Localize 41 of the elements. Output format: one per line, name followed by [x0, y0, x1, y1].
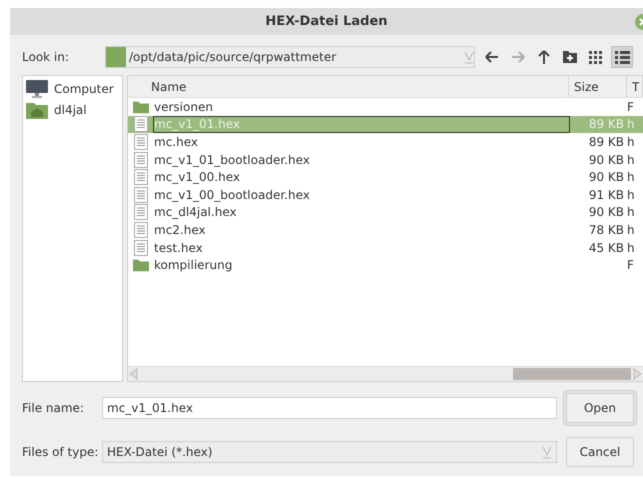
file-size-cell: 89 KB: [588, 117, 624, 132]
file-name-cell[interactable]: test.hex: [154, 240, 203, 255]
file-type-dropdown[interactable]: HEX-Datei (*.hex): [102, 441, 557, 463]
file-name-label: File name:: [22, 401, 85, 415]
column-header[interactable]: Name: [128, 76, 569, 97]
file-type-cell: h: [627, 240, 635, 255]
file-type-cell: F: [627, 100, 634, 114]
file-name-cell[interactable]: mc_v1_01_bootloader.hex: [154, 152, 310, 167]
file-name-cell[interactable]: mc_dl4jal.hex: [154, 205, 237, 220]
window-title: HEX-Datei Laden: [265, 14, 388, 29]
file-size-cell: 90 KB: [588, 205, 624, 220]
file-name-cell[interactable]: mc.hex: [154, 134, 198, 149]
file-name-cell[interactable]: mc_v1_00_bootloader.hex: [154, 188, 310, 202]
file-name-field[interactable]: mc_v1_01.hex: [102, 397, 557, 419]
file-type-cell: h: [627, 134, 635, 149]
file-name-cell[interactable]: mc2.hex: [154, 222, 206, 237]
file-type-cell: h: [627, 152, 635, 167]
file-type-cell: h: [627, 205, 635, 220]
file-type-cell: h: [627, 117, 635, 132]
column-header[interactable]: T: [627, 76, 643, 97]
file-type-label: Files of type:: [22, 445, 100, 459]
open-button[interactable]: Open: [566, 393, 634, 423]
file-size-cell: 78 KB: [588, 222, 624, 237]
file-size-cell: 89 KB: [588, 134, 624, 149]
file-size-cell: 91 KB: [588, 188, 624, 202]
file-type-cell: F: [627, 258, 634, 272]
file-type-cell: h: [627, 222, 635, 237]
file-name-cell[interactable]: kompilierung: [154, 258, 232, 272]
sidebar-item[interactable]: Computer: [54, 82, 114, 96]
sidebar-item[interactable]: dl4jal: [54, 102, 87, 116]
file-size-cell: 90 KB: [588, 170, 624, 184]
look-in-label: Look in:: [22, 50, 70, 64]
file-size-cell: 90 KB: [588, 152, 624, 167]
file-size-cell: 45 KB: [588, 240, 624, 255]
file-type-cell: h: [627, 188, 635, 202]
file-name-cell[interactable]: versionen: [154, 100, 213, 114]
file-name-cell[interactable]: mc_v1_00.hex: [154, 170, 240, 184]
look-in-dropdown[interactable]: /opt/data/pic/source/qrpwattmeter: [105, 46, 475, 68]
column-header[interactable]: Size: [569, 76, 627, 97]
file-type-cell: h: [627, 170, 635, 184]
cancel-button[interactable]: Cancel: [566, 437, 634, 467]
